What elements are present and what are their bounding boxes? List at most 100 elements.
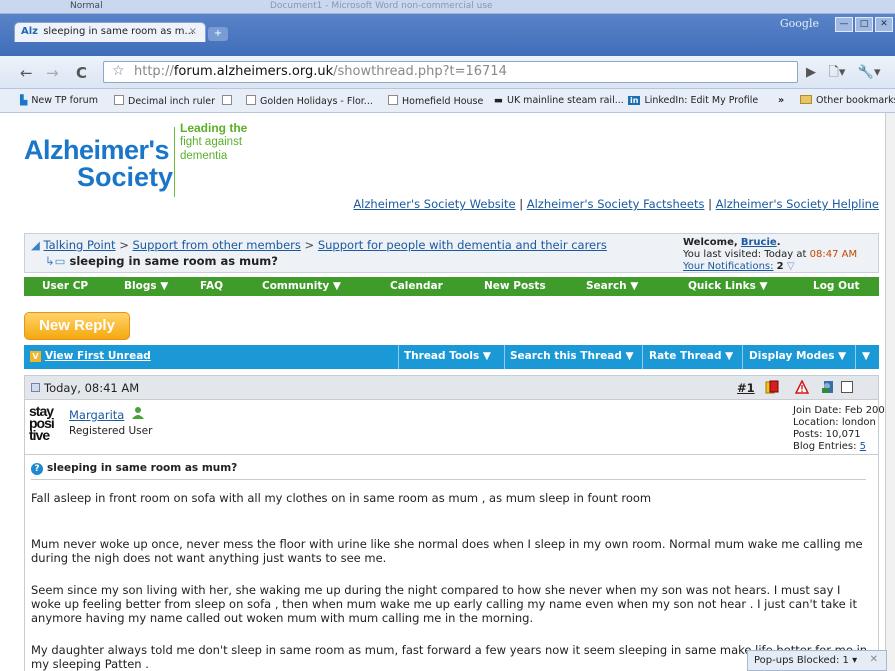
nav-quick-links[interactable]: Quick Links ▼ [688,280,768,292]
address-bar[interactable]: ☆ http://forum.alzheimers.org.uk/showthr… [103,61,798,83]
thread-title: ↳▭ sleeping in same room as mum? [45,254,278,268]
page-icon [388,95,398,105]
post-number[interactable]: #1 [737,381,755,395]
post-author-link[interactable]: Margarita [69,408,124,422]
go-arrow-icon[interactable]: ▶ [806,65,816,80]
forum-home-icon: ◢ [31,238,40,252]
maximize-icon[interactable]: □ [855,17,873,32]
post-page-icon [31,383,40,392]
bookmark-item[interactable] [222,95,236,107]
yellow-card-icon[interactable] [765,380,779,394]
browser-toolbar: ← → C ☆ http://forum.alzheimers.org.uk/s… [0,56,895,89]
window-controls: — □ ✕ [835,17,893,32]
breadcrumb-box: ◢ Talking Point > Support from other mem… [24,233,879,273]
nav-new-posts[interactable]: New Posts [484,280,546,292]
tab-favicon-icon: Alz [21,26,38,37]
train-icon: ▬ [494,95,503,106]
popup-close-icon[interactable]: ✕ [870,654,878,665]
post-author-role: Registered User [69,425,153,437]
alzheimers-favicon-icon: ▙ [20,95,28,106]
web-page: Alzheimer's Society Leading the fight ag… [0,113,885,671]
post-header: Today, 08:41 AM #1 [24,375,879,400]
url-host: forum.alzheimers.org.uk [173,64,334,79]
dropdown-icon[interactable]: ▽ [787,261,795,272]
post-paragraph: Mum never woke up once, never mess the f… [31,537,863,565]
word-style-label: Normal [70,1,103,11]
page-icon [114,95,124,105]
back-arrow-icon[interactable]: ← [20,64,33,82]
report-post-icon[interactable] [795,380,809,394]
link-society-helpline[interactable]: Alzheimer's Society Helpline [716,197,879,211]
url-path: /showthread.php?t=16714 [333,64,507,79]
toolbar-collapse-button[interactable]: ▼ [862,350,870,362]
browser-menu-buttons: ▶ 🗋▾ 🔧▾ [806,63,881,85]
nav-user-cp[interactable]: User CP [42,280,88,292]
forum-navbar: User CP Blogs ▼ FAQ Community ▼ Calendar… [24,277,879,296]
bookmark-item[interactable]: Golden Holidays - Flor... [246,95,373,107]
reload-icon[interactable]: C [76,64,87,82]
minimize-icon[interactable]: — [835,17,853,32]
nav-community[interactable]: Community ▼ [262,280,341,292]
nav-blogs[interactable]: Blogs ▼ [124,280,168,292]
bookmark-item[interactable]: Homefield House [388,95,483,107]
new-tab-button[interactable]: + [208,27,228,41]
thread-tools-menu[interactable]: Thread Tools ▼ [404,350,491,362]
bookmark-star-icon[interactable]: ☆ [112,63,125,79]
other-bookmarks-button[interactable]: Other bookmarks [800,95,895,106]
background-word-window: Normal Document1 - Microsoft Word non-co… [0,0,895,14]
logo-word-2: Society [77,162,174,192]
tab-title: sleeping in same room as m... [43,26,195,37]
logo-tagline: Leading the fight against dementia [180,121,248,162]
bookmarks-overflow-button[interactable]: » [778,95,784,106]
display-modes-menu[interactable]: Display Modes ▼ [749,350,846,362]
post-paragraph: Fall asleep in front room on sofa with a… [31,491,652,505]
page-menu-icon[interactable]: 🗋▾ [828,65,845,80]
breadcrumb-support-dementia[interactable]: Support for people with dementia and the… [318,238,607,252]
nav-log-out[interactable]: Log Out [813,280,860,292]
bookmark-item[interactable]: ▙ New TP forum [20,95,98,106]
bookmark-item[interactable]: Decimal inch ruler [114,95,215,107]
nav-calendar[interactable]: Calendar [390,280,443,292]
user-online-icon [132,407,144,419]
nav-search[interactable]: Search ▼ [586,280,638,292]
search-engine-label: Google [779,17,819,30]
breadcrumb-talking-point[interactable]: Talking Point [44,238,116,252]
nav-faq[interactable]: FAQ [200,280,223,292]
link-society-website[interactable]: Alzheimer's Society Website [353,197,515,211]
username-link[interactable]: Brucie [741,237,777,248]
post-title-divider [31,479,866,480]
notifications-link[interactable]: Your Notifications: [683,261,773,272]
new-reply-button[interactable]: New Reply [24,312,130,340]
close-window-icon[interactable]: ✕ [875,17,893,32]
avatar[interactable]: stay posi tive [29,404,55,442]
popups-blocked-bar[interactable]: Pop-ups Blocked: 1 ▾ ✕ [747,650,887,671]
linkedin-icon: in [628,96,641,105]
page-icon [246,95,256,105]
breadcrumb-support-members[interactable]: Support from other members [132,238,300,252]
bookmark-item[interactable]: ▬ UK mainline steam rail... [494,95,624,106]
post-paragraph: My daughter always told me don't sleep i… [31,643,868,671]
post-user-info: stay posi tive Margarita Registered User… [24,400,885,455]
browser-tab-active[interactable]: Alz sleeping in same room as m... × [14,22,206,42]
forward-arrow-icon[interactable]: → [46,64,59,82]
search-thread-menu[interactable]: Search this Thread ▼ [510,350,634,362]
user-card-icon[interactable] [821,380,835,394]
site-links: Alzheimer's Society Website | Alzheimer'… [353,197,879,211]
post-date: Today, 08:41 AM [31,381,139,395]
bookmark-item[interactable]: in LinkedIn: Edit My Profile [628,95,758,106]
logo-divider [174,127,175,197]
word-document-title: Document1 - Microsoft Word non-commercia… [270,1,493,11]
post-body: ? sleeping in same room as mum? Fall asle… [24,455,879,671]
tab-close-icon[interactable]: × [189,26,197,37]
thread-toolbar: V View First Unread Thread Tools ▼ Search… [24,345,879,369]
link-society-factsheets[interactable]: Alzheimer's Society Factsheets [527,197,705,211]
view-first-unread-link[interactable]: V View First Unread [30,350,151,362]
blog-entries-link[interactable]: 5 [860,441,866,452]
rate-thread-menu[interactable]: Rate Thread ▼ [649,350,733,362]
thread-folder-icon: ↳▭ [45,254,66,268]
wrench-menu-icon[interactable]: 🔧▾ [858,65,881,80]
page-scrollbar[interactable] [885,113,895,671]
multi-quote-checkbox-icon[interactable] [840,380,854,394]
post-title: ? sleeping in same room as mum? [31,462,237,475]
question-icon: ? [31,463,43,475]
